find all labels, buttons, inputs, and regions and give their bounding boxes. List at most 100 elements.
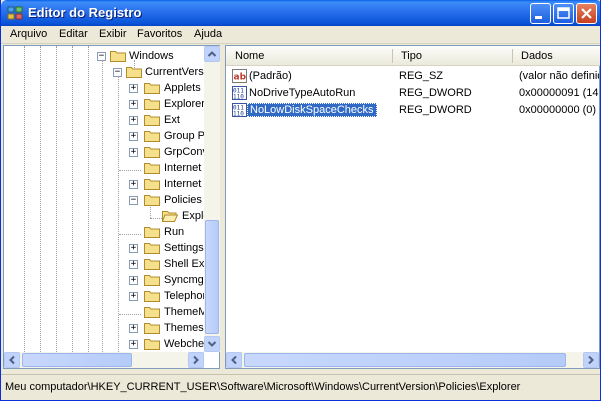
scroll-right-button[interactable] [583,352,599,368]
maximize-icon [557,7,570,19]
tree-item-grpconv[interactable]: GrpConv [164,146,204,158]
folder-icon [110,51,126,62]
tree-item-explorer[interactable]: Explorer [164,98,204,110]
tree-expander[interactable]: − [97,52,106,61]
column-divider[interactable] [512,49,513,63]
tree-expander[interactable]: + [129,276,138,285]
folder-icon [144,99,160,110]
tree-guide-line [40,46,41,352]
folder-icon [144,83,160,94]
title-bar[interactable]: Editor do Registro [1,0,600,26]
list-horizontal-scrollbar[interactable] [226,352,599,368]
column-header-nome[interactable]: Nome [235,50,264,62]
column-divider[interactable] [392,49,393,63]
chevron-left-icon [231,355,237,365]
column-header-dados[interactable]: Dados [521,50,553,62]
value-name: NoDriveTypeAutoRun [249,87,356,99]
menu-exibir[interactable]: Exibir [99,28,127,40]
tree-expander[interactable]: + [129,84,138,93]
value-type: REG_SZ [399,70,444,82]
scroll-thumb[interactable] [244,353,566,367]
tree-item-policies[interactable]: Policies [164,194,202,206]
scroll-up-button[interactable] [204,46,220,62]
tree-expander[interactable]: + [129,148,138,157]
column-header-tipo[interactable]: Tipo [401,50,422,62]
tree-item-run[interactable]: Run [164,226,184,238]
tree-expander[interactable]: − [129,196,138,205]
folder-icon [144,179,160,190]
scroll-thumb[interactable] [205,220,219,334]
scroll-thumb[interactable] [22,353,132,367]
tree-expander[interactable]: + [129,324,138,333]
tree-guide-line [72,46,73,352]
minimize-button[interactable] [530,3,551,24]
tree-item-applets[interactable]: Applets [164,82,201,94]
tree-item-currentversion[interactable]: CurrentVersion [145,66,204,78]
folder-icon [144,243,160,254]
tree-expander[interactable]: + [129,116,138,125]
tree-item-group-policy[interactable]: Group Policy [164,130,204,142]
chevron-right-icon [588,355,594,365]
tree-item-telephony[interactable]: Telephony [164,290,204,302]
tree-guide-line [102,60,103,352]
tree-content: − Windows − CurrentVersion + Applets + E… [4,46,204,352]
registry-editor-icon [7,6,23,20]
chevron-left-icon [9,355,15,365]
tree-guide-line [24,46,25,352]
close-button[interactable] [576,3,597,24]
registry-tree-pane[interactable]: − Windows − CurrentVersion + Applets + E… [3,45,220,369]
svg-text:110: 110 [233,94,244,101]
menu-favoritos[interactable]: Favoritos [137,28,182,40]
value-data: (valor não definido) [519,70,599,82]
scroll-down-button[interactable] [204,336,220,352]
tree-item-explorer-selected[interactable]: Explorer [182,210,204,222]
tree-item-internet-settings[interactable]: Internet Settings [164,162,204,174]
list-header: Nome Tipo Dados [226,46,600,66]
tree-item-internet[interactable]: Internet [164,178,201,190]
tree-expander[interactable]: − [113,68,122,77]
tree-item-shell-extensions[interactable]: Shell Extensions [164,258,204,270]
tree-horizontal-scrollbar[interactable] [4,352,204,368]
list-row[interactable]: ab (Padrão) REG_SZ (valor não definido) [226,68,600,85]
tree-expander[interactable]: + [129,180,138,189]
scroll-left-button[interactable] [226,352,242,368]
tree-expander[interactable]: + [129,260,138,269]
tree-item-settings[interactable]: Settings [164,242,204,254]
minimize-icon [535,16,542,19]
tree-item-ext[interactable]: Ext [164,114,180,126]
window-title: Editor do Registro [28,5,142,20]
tree-item-thememanager[interactable]: ThemeManager [164,306,204,318]
tree-vertical-scrollbar[interactable] [204,46,220,352]
tree-guide-line [119,234,141,235]
tree-guide-line [119,314,141,315]
folder-icon [144,131,160,142]
open-folder-icon [162,211,178,222]
tree-item-webcheck[interactable]: Webcheck [164,338,204,350]
tree-item-syncmgr[interactable]: Syncmgr [164,274,204,286]
scroll-right-button[interactable] [188,352,204,368]
menu-editar[interactable]: Editar [59,28,88,40]
tree-item-windows[interactable]: Windows [129,50,174,62]
value-data: 0x00000091 (145) [519,87,599,99]
tree-expander[interactable]: + [129,100,138,109]
tree-item-themes[interactable]: Themes [164,322,204,334]
value-type: REG_DWORD [399,104,472,116]
chevron-up-icon [207,51,217,57]
tree-expander[interactable]: + [129,340,138,349]
scroll-left-button[interactable] [4,352,20,368]
menu-ajuda[interactable]: Ajuda [194,28,222,40]
list-row[interactable]: 011 110 NoDriveTypeAutoRun REG_DWORD 0x0… [226,85,600,102]
tree-expander[interactable]: + [129,132,138,141]
list-row-selected[interactable]: 011 110 NoLowDiskSpaceChecks REG_DWORD 0… [226,102,600,119]
tree-expander[interactable]: + [129,292,138,301]
status-path: Meu computador\HKEY_CURRENT_USER\Softwar… [5,381,521,393]
svg-text:110: 110 [233,111,244,118]
folder-icon [144,291,160,302]
chevron-right-icon [193,355,199,365]
registry-values-pane[interactable]: Nome Tipo Dados ab (Padrão) REG_SZ (valo… [225,45,600,369]
tree-guide-line [119,170,141,171]
maximize-button[interactable] [553,3,574,24]
menu-arquivo[interactable]: Arquivo [10,28,47,40]
tree-expander[interactable]: + [129,244,138,253]
value-type: REG_DWORD [399,87,472,99]
